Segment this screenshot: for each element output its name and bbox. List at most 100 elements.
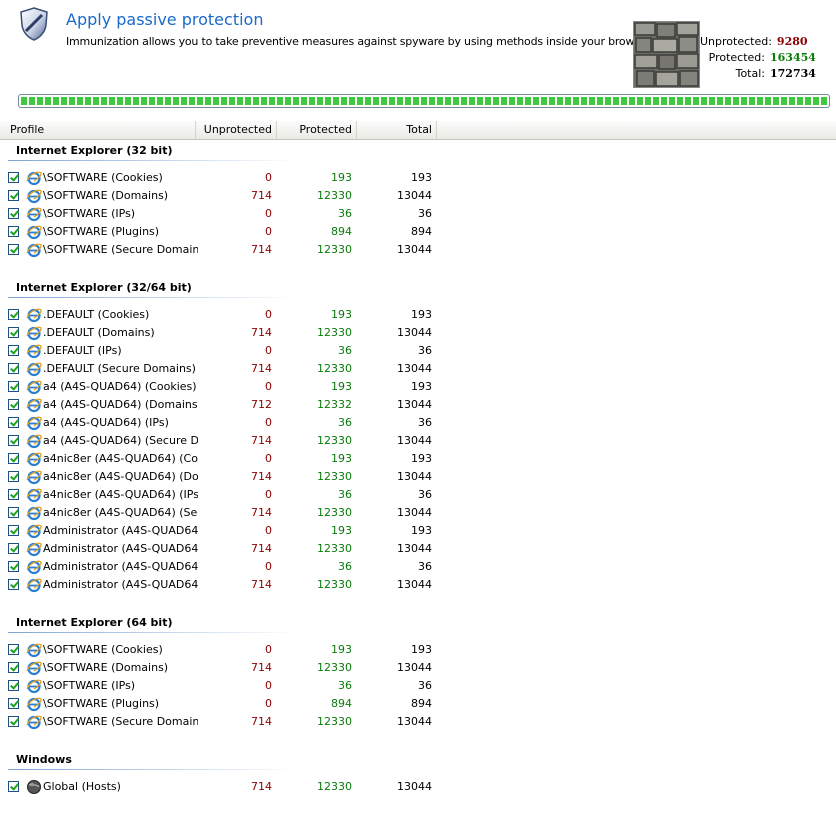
item-unprotected: 714 — [251, 661, 272, 674]
item-name: a4 (A4S-QUAD64) (Domains) — [43, 398, 198, 411]
item-name: \SOFTWARE (Plugins) — [43, 225, 160, 238]
column-header-profile[interactable]: Profile — [0, 121, 196, 139]
item-unprotected: 0 — [265, 308, 272, 321]
checkbox[interactable] — [8, 327, 19, 338]
list-item[interactable]: .DEFAULT (Domains) 714 12330 13044 — [0, 324, 836, 342]
list-item[interactable]: \SOFTWARE (Domains) 714 12330 13044 — [0, 187, 836, 205]
list-item[interactable]: \SOFTWARE (Secure Domains) 714 12330 13044 — [0, 713, 836, 731]
list-item[interactable]: Global (Hosts) 714 12330 13044 — [0, 778, 836, 796]
list-item[interactable]: a4 (A4S-QUAD64) (Cookies) 0 193 193 — [0, 378, 836, 396]
checkbox[interactable] — [8, 399, 19, 410]
internet-explorer-icon — [26, 451, 42, 467]
group-title: Internet Explorer (64 bit) — [16, 616, 173, 629]
item-total: 13044 — [397, 470, 432, 483]
list-item[interactable]: a4nic8er (A4S-QUAD64) (Coo... 0 193 193 — [0, 450, 836, 468]
list-item[interactable]: .DEFAULT (Cookies) 0 193 193 — [0, 306, 836, 324]
list-item[interactable]: a4nic8er (A4S-QUAD64) (IPs) 0 36 36 — [0, 486, 836, 504]
item-name: \SOFTWARE (Domains) — [43, 189, 169, 202]
stat-unprotected: Unprotected: 9280 — [700, 33, 818, 49]
checkbox[interactable] — [8, 190, 19, 201]
checkbox[interactable] — [8, 435, 19, 446]
checkbox[interactable] — [8, 662, 19, 673]
checkbox[interactable] — [8, 561, 19, 572]
list-item[interactable]: Administrator (A4S-QUAD64) (... 714 12330 1… — [0, 576, 836, 594]
checkbox[interactable] — [8, 781, 19, 792]
item-protected: 12330 — [317, 542, 352, 555]
list-item[interactable]: .DEFAULT (IPs) 0 36 36 — [0, 342, 836, 360]
list-item[interactable]: \SOFTWARE (Secure Domains) 714 12330 13044 — [0, 241, 836, 259]
list-item[interactable]: \SOFTWARE (IPs) 0 36 36 — [0, 205, 836, 223]
group-divider — [8, 297, 298, 298]
list-item[interactable]: .DEFAULT (Secure Domains) 714 12330 13044 — [0, 360, 836, 378]
item-total: 13044 — [397, 715, 432, 728]
profile-list: Internet Explorer (32 bit) \SOFTWARE (Coo… — [0, 140, 836, 796]
checkbox[interactable] — [8, 507, 19, 518]
item-unprotected: 714 — [251, 434, 272, 447]
group-header: Internet Explorer (32/64 bit) — [0, 277, 836, 298]
checkbox[interactable] — [8, 208, 19, 219]
internet-explorer-icon — [26, 397, 42, 413]
internet-explorer-icon — [26, 642, 42, 658]
checkbox[interactable] — [8, 226, 19, 237]
checkbox[interactable] — [8, 309, 19, 320]
checkbox[interactable] — [8, 644, 19, 655]
item-unprotected: 0 — [265, 643, 272, 656]
list-item[interactable]: a4 (A4S-QUAD64) (IPs) 0 36 36 — [0, 414, 836, 432]
list-item[interactable]: a4 (A4S-QUAD64) (Domains) 712 12332 13044 — [0, 396, 836, 414]
checkbox[interactable] — [8, 453, 19, 464]
item-total: 13044 — [397, 243, 432, 256]
list-item[interactable]: \SOFTWARE (Plugins) 0 894 894 — [0, 695, 836, 713]
item-name: a4nic8er (A4S-QUAD64) (Coo... — [43, 452, 198, 465]
checkbox[interactable] — [8, 471, 19, 482]
item-protected: 12330 — [317, 243, 352, 256]
checkbox[interactable] — [8, 417, 19, 428]
list-item[interactable]: Administrator (A4S-QUAD64) (... 0 193 193 — [0, 522, 836, 540]
item-unprotected: 0 — [265, 524, 272, 537]
list-item[interactable]: \SOFTWARE (IPs) 0 36 36 — [0, 677, 836, 695]
list-item[interactable]: \SOFTWARE (Plugins) 0 894 894 — [0, 223, 836, 241]
item-unprotected: 0 — [265, 452, 272, 465]
list-item[interactable]: \SOFTWARE (Cookies) 0 193 193 — [0, 641, 836, 659]
list-item[interactable]: \SOFTWARE (Cookies) 0 193 193 — [0, 169, 836, 187]
list-item[interactable]: a4nic8er (A4S-QUAD64) (Dom... 714 12330 130… — [0, 468, 836, 486]
column-header-unprotected[interactable]: Unprotected — [196, 121, 277, 139]
stat-value: 163454 — [770, 50, 816, 64]
item-protected: 193 — [331, 643, 352, 656]
item-protected: 193 — [331, 171, 352, 184]
group-header: Internet Explorer (32 bit) — [0, 140, 836, 161]
checkbox[interactable] — [8, 172, 19, 183]
item-name: Administrator (A4S-QUAD64) (... — [43, 542, 198, 555]
checkbox[interactable] — [8, 363, 19, 374]
column-header-total[interactable]: Total — [357, 121, 437, 139]
item-protected: 12330 — [317, 661, 352, 674]
internet-explorer-icon — [26, 577, 42, 593]
list-item[interactable]: a4 (A4S-QUAD64) (Secure Do... 714 12330 130… — [0, 432, 836, 450]
checkbox[interactable] — [8, 489, 19, 500]
checkbox[interactable] — [8, 525, 19, 536]
checkbox[interactable] — [8, 579, 19, 590]
list-item[interactable]: a4nic8er (A4S-QUAD64) (Sec... 714 12330 130… — [0, 504, 836, 522]
internet-explorer-icon — [26, 678, 42, 694]
list-item[interactable]: Administrator (A4S-QUAD64) (I... 0 36 36 — [0, 558, 836, 576]
checkbox[interactable] — [8, 244, 19, 255]
item-name: a4nic8er (A4S-QUAD64) (IPs) — [43, 488, 198, 501]
item-total: 193 — [411, 380, 432, 393]
item-name: Administrator (A4S-QUAD64) (... — [43, 524, 198, 537]
column-header-protected[interactable]: Protected — [277, 121, 357, 139]
checkbox[interactable] — [8, 381, 19, 392]
internet-explorer-icon — [26, 307, 42, 323]
list-item[interactable]: Administrator (A4S-QUAD64) (... 714 12330 1… — [0, 540, 836, 558]
item-total: 36 — [418, 679, 432, 692]
checkbox[interactable] — [8, 680, 19, 691]
item-protected: 12330 — [317, 189, 352, 202]
checkbox[interactable] — [8, 716, 19, 727]
stone-wall-image — [633, 21, 700, 88]
checkbox[interactable] — [8, 543, 19, 554]
checkbox[interactable] — [8, 698, 19, 709]
internet-explorer-icon — [26, 469, 42, 485]
item-total: 13044 — [397, 362, 432, 375]
list-item[interactable]: \SOFTWARE (Domains) 714 12330 13044 — [0, 659, 836, 677]
internet-explorer-icon — [26, 523, 42, 539]
checkbox[interactable] — [8, 345, 19, 356]
